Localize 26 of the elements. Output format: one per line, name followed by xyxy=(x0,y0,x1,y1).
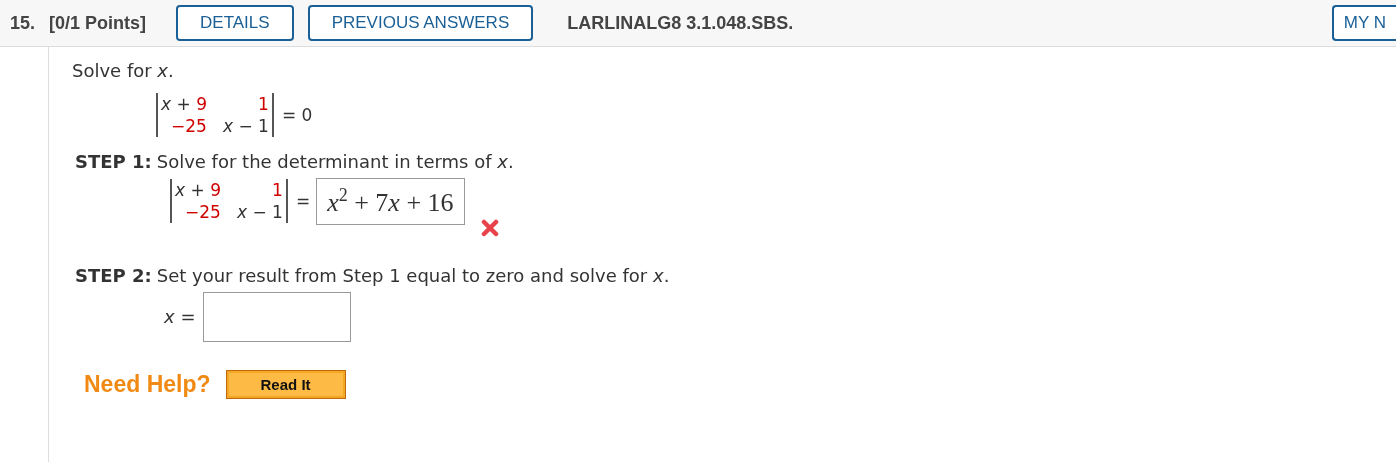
header-button[interactable]: DETAILS xyxy=(176,5,294,41)
matrix-entry: x − 1 xyxy=(222,115,269,137)
matrix-entry: −25 xyxy=(170,115,207,137)
need-help-label: Need Help? xyxy=(84,370,211,398)
question-number: 15. xyxy=(10,12,36,34)
prompt-text: Solve for x. xyxy=(72,59,175,81)
step-text: Solve for the determinant in terms of x. xyxy=(156,151,514,172)
step-label: STEP 2: xyxy=(75,264,152,286)
equation-text: = 0 xyxy=(281,105,313,125)
answer-field[interactable]: x$^{2}$ + 7x + 16 xyxy=(316,178,465,225)
input-label: x = xyxy=(164,306,196,328)
matrix-entry: 1 xyxy=(271,179,283,202)
step-label: STEP 1: xyxy=(75,151,152,172)
matrix-entry: x − 1 xyxy=(236,201,283,224)
problem-code: LARLINALG8 3.1.048.SBS. xyxy=(567,12,794,34)
equals-sign: = xyxy=(295,191,311,212)
matrix-entry: x + 9 xyxy=(175,179,221,202)
answer-input[interactable] xyxy=(203,291,352,342)
read-it-button[interactable]: Read It xyxy=(225,369,346,399)
matrix-entry: x + 9 xyxy=(161,93,207,115)
header-button[interactable]: MY N xyxy=(1331,5,1396,41)
header-button[interactable]: PREVIOUS ANSWERS xyxy=(307,5,534,41)
matrix-entry: −25 xyxy=(184,201,221,224)
points-label: [0/1 Points] xyxy=(49,12,147,34)
matrix-entry: 1 xyxy=(257,93,269,115)
step-text: Set your result from Step 1 equal to zero and solve for x. xyxy=(156,264,670,286)
